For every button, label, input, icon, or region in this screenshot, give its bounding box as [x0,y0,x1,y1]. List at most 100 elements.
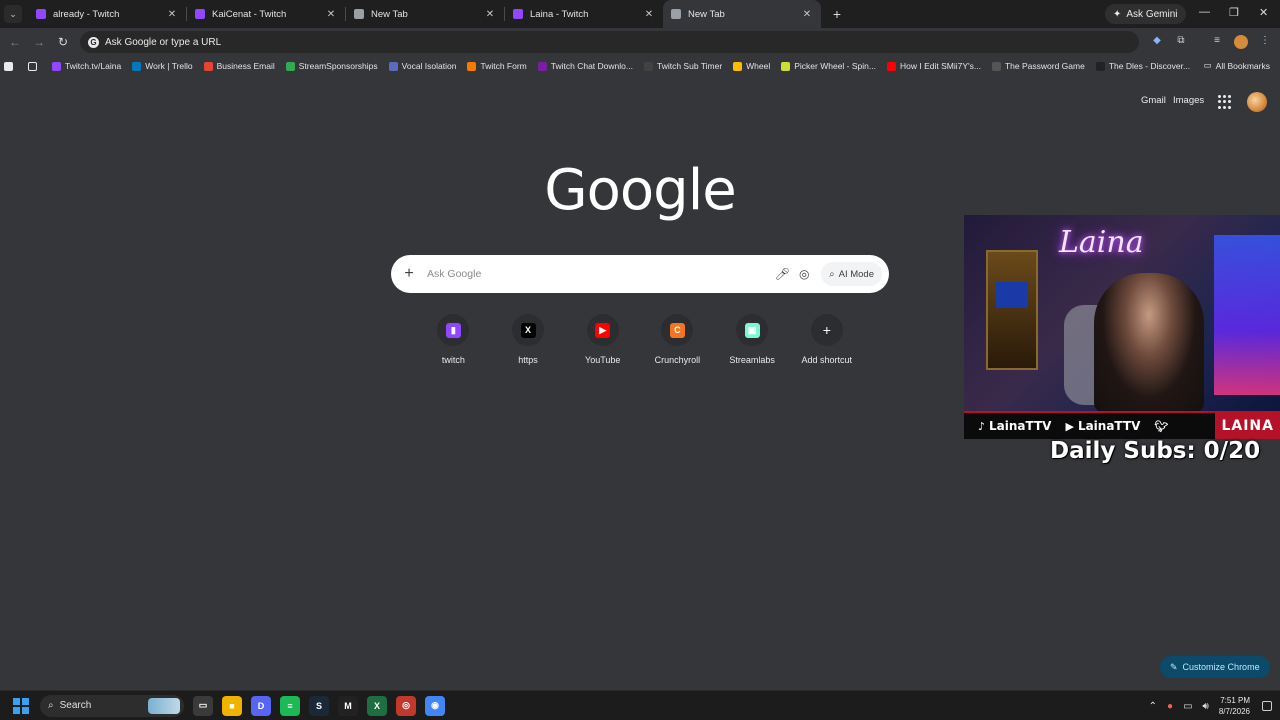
excel-icon[interactable]: X [367,695,387,716]
bookmark-favicon-icon [781,61,791,71]
tab-close-icon[interactable]: ✕ [484,9,496,20]
youtube-icon: ▶ [1065,419,1074,433]
gmail-link[interactable]: Gmail [1141,95,1166,106]
customize-chrome-button[interactable]: ✎ Customize Chrome [1160,656,1270,678]
background-shelves [1214,235,1280,395]
bookmark-grid-icon[interactable] [28,61,41,71]
clock[interactable]: 7:51 PM 8/7/2026 [1219,695,1250,717]
chevron-up-icon[interactable]: ⌃ [1149,701,1157,712]
forward-icon[interactable]: → [27,35,51,49]
bookmark-item[interactable]: Twitch Sub Timer [643,61,723,71]
bookmark-item[interactable]: Business Email [203,61,275,71]
bookmark-item[interactable]: The Dles - Discover... [1095,61,1190,71]
shortcut-tile[interactable]: + Add shortcut [789,314,864,365]
bookmark-item[interactable]: Twitch.tv/Laina [52,61,121,71]
google-account-avatar[interactable] [1247,92,1267,112]
windows-taskbar: ⌕ Search ▭ ■ D ≡ S M X ◎ ◉ ⌃ ● ▭ 🔊︎ 7:51 PM 8/7… [0,690,1280,720]
clock-time: 7:51 PM [1220,696,1250,705]
bookmark-item[interactable]: Picker Wheel - Spin... [781,61,876,71]
shortcut-tile[interactable]: ▶ YouTube [565,314,640,365]
extensions-puzzle-icon[interactable]: ⧉ [1174,35,1188,49]
bookmark-item[interactable]: Vocal Isolation [388,61,456,71]
bookmark-item[interactable]: Work | Trello [132,61,193,71]
shortcut-tile[interactable]: C Crunchyroll [640,314,715,365]
microphone-icon[interactable]: 🎤︎ [771,267,793,281]
google-lens-icon[interactable]: ◎ [793,267,815,281]
google-logo: Google [544,158,736,223]
minimize-button[interactable]: — [1199,6,1210,18]
shortcut-label: Crunchyroll [654,355,701,365]
address-bar[interactable]: G Ask Google or type a URL [80,31,1139,53]
menu-dots-icon[interactable]: ⋮ [1258,35,1272,49]
ai-sparkle-search-icon: ⌕ [829,268,835,280]
microphone-tray-icon[interactable]: ● [1167,701,1173,712]
browser-tab[interactable]: New Tab ✕ [346,0,504,28]
bookmark-item[interactable]: Twitch Form [467,61,527,71]
bookmark-item[interactable]: Wheel [733,61,770,71]
browser-tab[interactable]: already - Twitch ✕ [28,0,186,28]
tab-favicon-icon [671,9,681,19]
browser-tab[interactable]: Laina - Twitch ✕ [505,0,663,28]
bookmark-label: Picker Wheel - Spin... [794,61,876,71]
tiktok-icon: ♪ [978,419,986,433]
volume-icon[interactable]: 🔊︎ [1203,701,1209,712]
windows-start-icon[interactable] [13,697,29,714]
extension-icon[interactable]: ◆ [1150,35,1164,49]
network-icon[interactable]: ▭ [1183,701,1192,712]
ask-gemini-button[interactable]: ✦ Ask Gemini [1105,4,1186,24]
reading-list-icon[interactable]: ≡ [1210,35,1224,49]
bookmark-item[interactable]: How I Edit SMii7Y's... [886,61,981,71]
maximize-button[interactable]: ❐ [1229,6,1239,19]
tab-favicon-icon [195,9,205,19]
file-explorer-icon[interactable]: ■ [222,695,242,716]
bookmark-item[interactable]: Twitch Chat Downlo... [537,61,633,71]
browser-tab[interactable]: New Tab ✕ [663,0,821,28]
tab-close-icon[interactable]: ✕ [325,9,337,20]
bookmark-item[interactable]: StreamSponsorships [285,61,378,71]
shortcut-circle: ▮ [437,314,470,346]
tab-close-icon[interactable]: ✕ [643,9,655,20]
bookmark-item[interactable]: The Password Game [991,61,1085,71]
spotify-icon[interactable]: ≡ [280,695,300,716]
tab-close-icon[interactable]: ✕ [166,9,178,20]
notification-icon[interactable] [1262,701,1272,711]
new-tab-button[interactable]: + [827,6,847,22]
tab-search-button[interactable]: ⌄ [4,5,22,23]
taskbar-search[interactable]: ⌕ Search [40,694,184,717]
google-apps-icon[interactable] [1218,95,1232,109]
steam-icon[interactable]: S [309,695,329,716]
add-plus-icon[interactable]: + [391,265,427,283]
close-window-button[interactable]: ✕ [1259,6,1268,19]
social-ticker: ♪ LainaTTV ▶ LainaTTV 🐦︎ LAINA [964,411,1280,439]
task-view-icon[interactable]: ▭ [193,695,213,716]
capcut-icon[interactable]: M [338,695,358,716]
shortcut-tile[interactable]: ▣ Streamlabs [715,314,790,365]
ai-mode-button[interactable]: ⌕ AI Mode [821,262,882,286]
bookmark-apps-icon[interactable] [4,61,17,71]
bookmark-favicon-icon [733,61,743,71]
profile-avatar[interactable] [1234,35,1248,49]
tab-close-icon[interactable]: ✕ [801,9,813,20]
bookmark-label: Twitch.tv/Laina [65,61,122,71]
app-icon[interactable]: ◎ [396,695,416,716]
bookmark-label: How I Edit SMii7Y's... [899,61,981,71]
discord-icon[interactable]: D [251,695,271,716]
pencil-icon: ✎ [1170,661,1178,672]
chrome-icon[interactable]: ◉ [425,695,445,716]
tab-title: New Tab [371,8,408,20]
taskbar-search-label: Search [59,700,92,711]
tab-title: Laina - Twitch [530,8,589,20]
shortcut-label: YouTube [585,355,621,365]
reload-icon[interactable]: ↻ [51,35,75,49]
all-bookmarks-button[interactable]: ▭ All Bookmarks [1204,60,1270,71]
images-link[interactable]: Images [1173,95,1204,106]
shortcut-tile[interactable]: ▮ twitch [416,314,491,365]
back-icon[interactable]: ← [3,35,27,49]
bookmark-label: Twitch Sub Timer [656,61,723,71]
browser-tab[interactable]: KaiCenat - Twitch ✕ [187,0,345,28]
bookmark-favicon-icon [537,61,547,71]
ticker-item: ♪ LainaTTV [978,419,1051,433]
shortcut-tile[interactable]: X https [491,314,566,365]
search-input[interactable] [427,268,772,280]
bookmark-favicon-icon [132,61,142,71]
